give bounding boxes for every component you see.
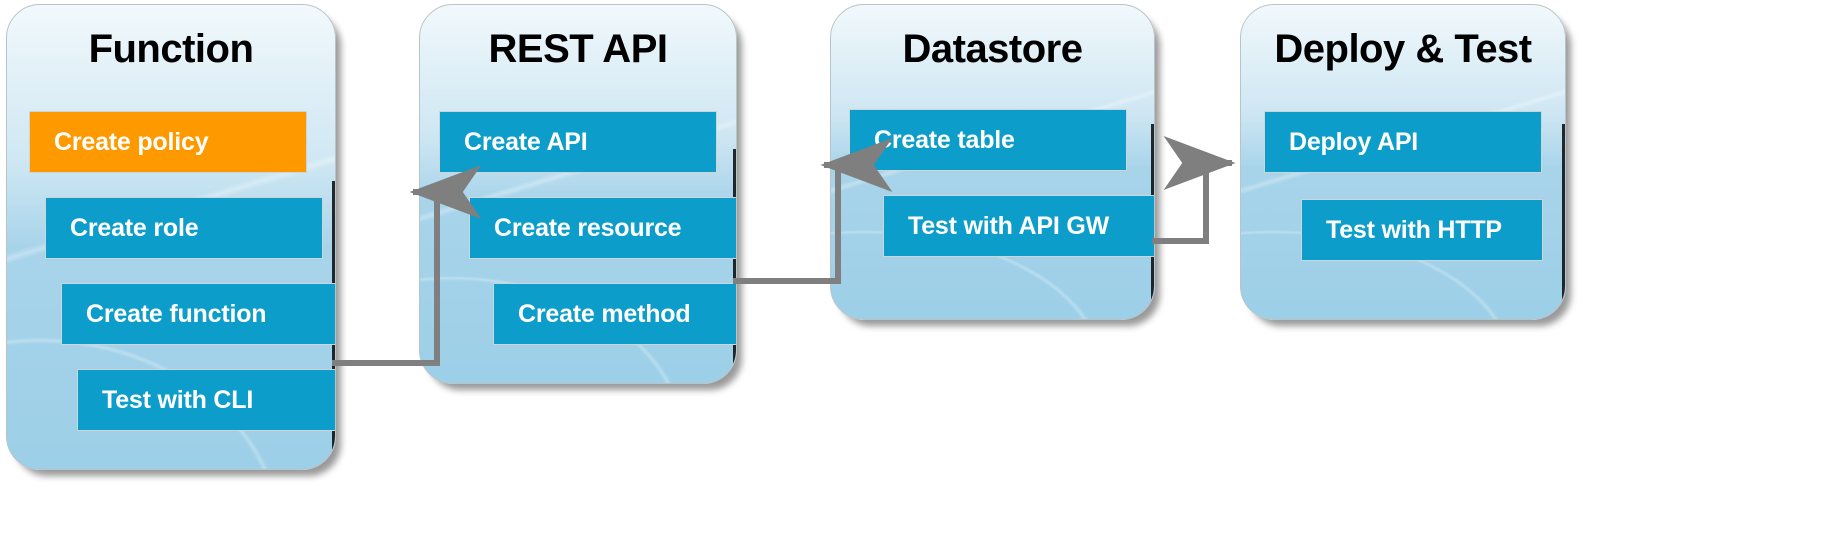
workflow-diagram: Function Create policy Create role Creat… <box>0 0 1828 550</box>
connectors-svg <box>332 136 1236 366</box>
connector-datastore-to-deploy-test <box>1152 136 1236 244</box>
connector-rest-api-to-datastore <box>733 138 893 284</box>
connector-function-to-rest-api <box>332 165 482 366</box>
connectors-layer <box>0 0 1828 550</box>
